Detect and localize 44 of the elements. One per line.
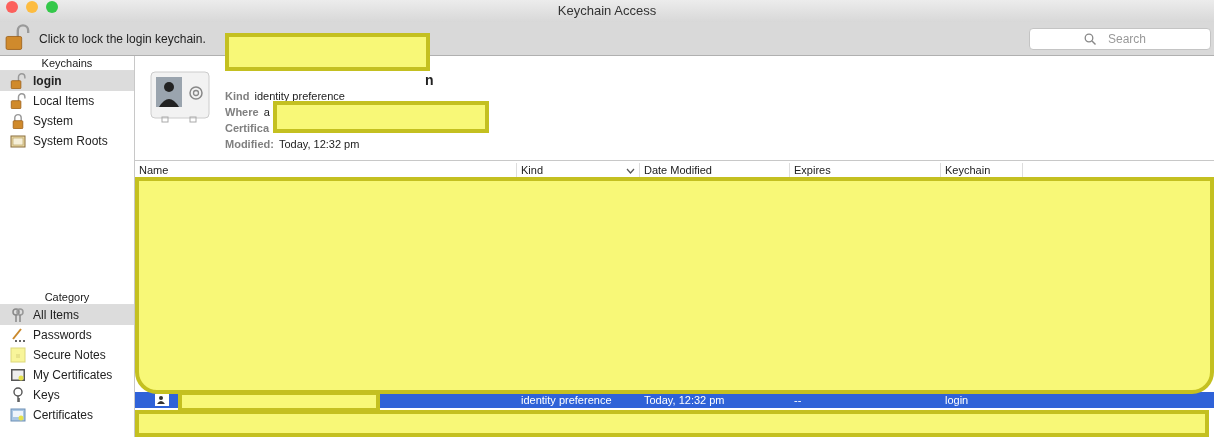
item-title: n xyxy=(425,72,434,88)
sort-caret-icon xyxy=(626,167,635,174)
section-header: Keychains xyxy=(41,57,93,69)
sidebar-item[interactable]: System xyxy=(0,111,134,131)
close-button[interactable] xyxy=(6,1,18,13)
sidebar-item[interactable]: Passwords xyxy=(0,325,134,345)
certificate-icon xyxy=(10,367,26,383)
zoom-button[interactable] xyxy=(46,1,58,13)
field-label: Modified: xyxy=(225,137,274,152)
lock-message: Click to lock the login keychain. xyxy=(39,30,206,48)
key-icon xyxy=(10,387,26,403)
open-lock-icon xyxy=(10,73,26,89)
search-field[interactable]: Search xyxy=(1029,27,1211,50)
minimize-button[interactable] xyxy=(26,1,38,13)
field-label: Where xyxy=(225,105,259,120)
certificate-icon xyxy=(10,407,26,423)
pencil-icon xyxy=(10,327,26,343)
open-lock-icon xyxy=(10,93,26,109)
sidebar-item[interactable]: Keys xyxy=(0,385,134,405)
section-header: Category xyxy=(44,291,90,303)
field-value: identity preference xyxy=(254,89,345,104)
sidebar-item[interactable]: Certificates xyxy=(0,405,134,425)
certificate-stack-icon xyxy=(10,133,26,149)
field-value: a xyxy=(263,105,270,120)
sidebar-item[interactable]: Local Items xyxy=(0,91,134,111)
sidebar-item[interactable]: All Items xyxy=(0,305,134,325)
lock-icon xyxy=(10,113,26,129)
field-label: Certifica xyxy=(225,121,270,136)
note-icon xyxy=(10,347,26,363)
sidebar-item[interactable]: My Certificates xyxy=(0,365,134,385)
sidebar-item[interactable]: login xyxy=(0,71,134,91)
keys-icon xyxy=(10,307,26,323)
contact-card-icon xyxy=(155,394,169,406)
sidebar-item[interactable]: System Roots xyxy=(0,131,134,151)
table-cell-text: login xyxy=(945,392,969,408)
table-cell-text: -- xyxy=(794,392,802,408)
table-cell-text: identity preference xyxy=(521,392,612,408)
field-value: Today, 12:32 pm xyxy=(278,137,360,152)
field-label: Kind xyxy=(225,89,250,104)
table-cell-text: Today, 12:32 pm xyxy=(644,392,725,408)
search-icon xyxy=(1084,32,1096,45)
window-title: Keychain Access xyxy=(557,2,657,21)
sidebar-item[interactable]: Secure Notes xyxy=(0,345,134,365)
contact-card-icon xyxy=(150,71,210,123)
